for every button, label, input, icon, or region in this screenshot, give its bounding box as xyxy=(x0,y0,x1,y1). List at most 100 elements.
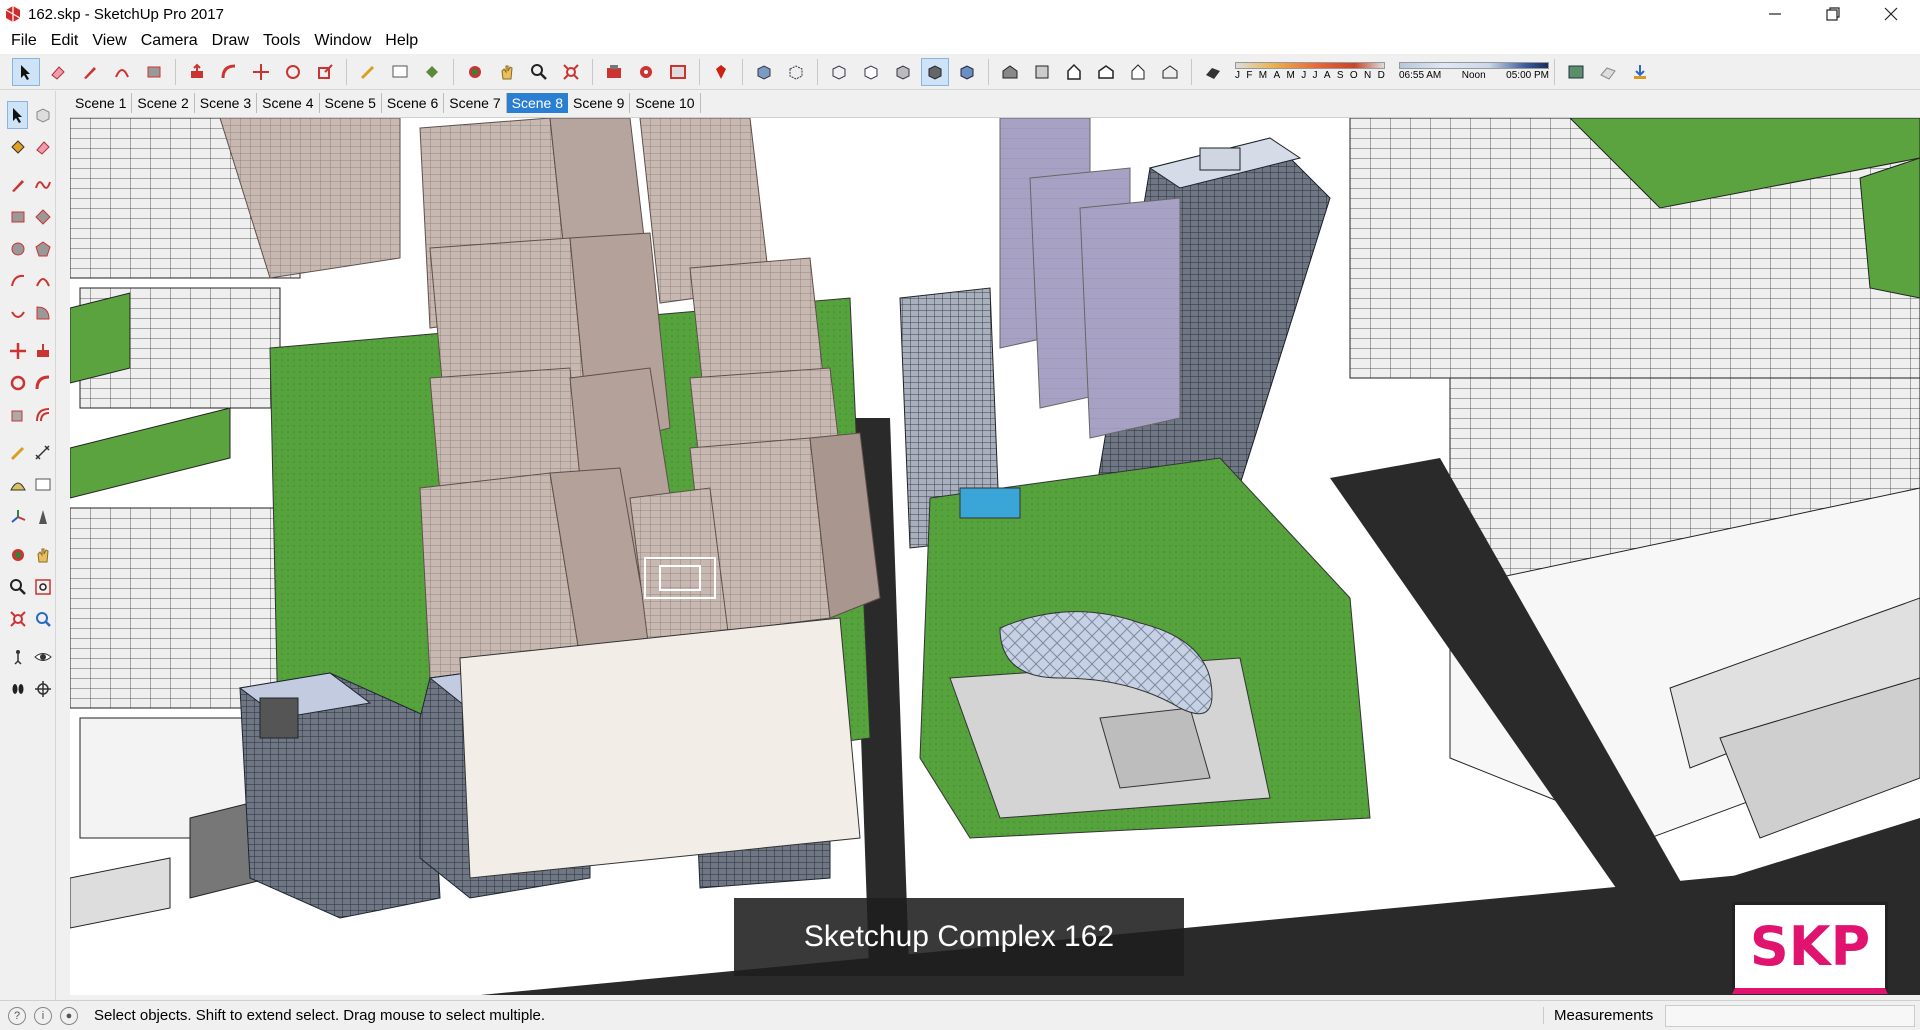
tab-scene-6[interactable]: Scene 6 xyxy=(382,93,445,113)
menu-view[interactable]: View xyxy=(85,28,133,54)
left-freehand-tool[interactable] xyxy=(32,171,53,199)
wireframe-style-button[interactable] xyxy=(825,58,853,86)
close-button[interactable] xyxy=(1862,0,1920,28)
left-zoom-tool[interactable] xyxy=(7,573,28,601)
left-text-tool[interactable] xyxy=(32,471,53,499)
shadow-month-bar[interactable] xyxy=(1235,62,1385,69)
3d-warehouse-button[interactable] xyxy=(600,58,628,86)
left-walk-tool[interactable] xyxy=(7,675,28,703)
left-dimension-tool[interactable] xyxy=(32,439,53,467)
top-view-button[interactable] xyxy=(1028,58,1056,86)
model-viewport[interactable]: Sketchup Complex 162 SKP xyxy=(70,117,1920,995)
left-scale-tool[interactable] xyxy=(7,401,28,429)
add-location-button[interactable] xyxy=(1626,58,1654,86)
shadow-time-bar[interactable] xyxy=(1399,62,1549,69)
menu-tools[interactable]: Tools xyxy=(256,28,307,54)
left-two-point-arc-tool[interactable] xyxy=(32,267,53,295)
user-account-icon[interactable]: ● xyxy=(60,1006,78,1025)
tab-scene-5[interactable]: Scene 5 xyxy=(320,93,382,113)
back-edges-style-button[interactable] xyxy=(782,58,810,86)
left-line-tool[interactable] xyxy=(7,171,28,199)
left-make-component-tool[interactable] xyxy=(32,101,53,129)
rectangle-tool-button[interactable] xyxy=(140,58,168,86)
front-view-button[interactable] xyxy=(1060,58,1088,86)
right-view-button[interactable] xyxy=(1092,58,1120,86)
shaded-textures-style-button[interactable] xyxy=(921,57,949,86)
left-orbit-tool[interactable] xyxy=(7,541,28,569)
left-select-tool[interactable] xyxy=(7,101,29,129)
left-zoom-window-tool[interactable] xyxy=(32,573,53,601)
left-move-tool[interactable] xyxy=(7,337,28,365)
zoom-tool-button[interactable] xyxy=(525,58,553,86)
text-tool-button[interactable] xyxy=(386,58,414,86)
tape-measure-tool-button[interactable] xyxy=(354,58,382,86)
left-3d-text-tool[interactable] xyxy=(32,503,53,531)
sandbox-button[interactable] xyxy=(1594,58,1622,86)
extension-warehouse-button[interactable] xyxy=(632,58,660,86)
ruby-console-button[interactable] xyxy=(707,58,735,86)
move-tool-button[interactable] xyxy=(247,58,275,86)
geo-location-button[interactable] xyxy=(1562,58,1590,86)
left-eraser-tool[interactable] xyxy=(32,133,53,161)
monochrome-style-button[interactable] xyxy=(953,58,981,86)
menu-file[interactable]: File xyxy=(4,28,44,54)
city-model-render[interactable] xyxy=(70,118,1920,995)
measurements-input[interactable] xyxy=(1665,1005,1915,1027)
left-circle-tool[interactable] xyxy=(7,235,28,263)
left-protractor-tool[interactable] xyxy=(7,471,28,499)
back-view-button[interactable] xyxy=(1124,58,1152,86)
menu-edit[interactable]: Edit xyxy=(44,28,86,54)
shaded-style-button[interactable] xyxy=(889,58,917,86)
pan-tool-button[interactable] xyxy=(493,58,521,86)
scale-tool-button[interactable] xyxy=(311,58,339,86)
left-tape-measure-tool[interactable] xyxy=(7,439,28,467)
left-paint-bucket-tool[interactable] xyxy=(7,133,28,161)
left-pie-tool[interactable] xyxy=(32,299,53,327)
left-position-camera-tool[interactable] xyxy=(7,643,28,671)
hidden-line-style-button[interactable] xyxy=(857,58,885,86)
follow-me-tool-button[interactable] xyxy=(215,58,243,86)
tab-scene-7[interactable]: Scene 7 xyxy=(444,93,507,113)
left-pan-tool[interactable] xyxy=(32,541,53,569)
menu-camera[interactable]: Camera xyxy=(134,28,205,54)
maximize-button[interactable] xyxy=(1804,0,1862,28)
left-three-point-arc-tool[interactable] xyxy=(7,299,28,327)
orbit-tool-button[interactable] xyxy=(461,58,489,86)
left-section-plane-tool[interactable] xyxy=(32,675,53,703)
zoom-extents-tool-button[interactable] xyxy=(557,58,585,86)
tab-scene-10[interactable]: Scene 10 xyxy=(630,93,701,113)
left-push-pull-tool[interactable] xyxy=(32,337,53,365)
tab-scene-9[interactable]: Scene 9 xyxy=(568,93,631,113)
left-polygon-tool[interactable] xyxy=(32,235,53,263)
paint-bucket-tool-button[interactable] xyxy=(418,58,446,86)
left-zoom-extents-tool[interactable] xyxy=(7,605,28,633)
line-tool-button[interactable] xyxy=(76,58,104,86)
arc-tool-button[interactable] xyxy=(108,58,136,86)
iso-view-button[interactable] xyxy=(996,58,1024,86)
shadow-month-slider[interactable]: J F M A M J J A S O N D xyxy=(1235,62,1385,81)
tab-scene-3[interactable]: Scene 3 xyxy=(195,93,258,113)
shadows-toggle-button[interactable] xyxy=(1199,58,1227,86)
tab-scene-8[interactable]: Scene 8 xyxy=(506,93,568,113)
left-rotate-tool[interactable] xyxy=(7,369,28,397)
tab-scene-2[interactable]: Scene 2 xyxy=(132,93,195,113)
select-tool-button[interactable] xyxy=(12,57,40,86)
eraser-tool-button[interactable] xyxy=(44,58,72,86)
geo-location-status-icon[interactable]: ? xyxy=(8,1006,26,1025)
left-offset-tool[interactable] xyxy=(32,401,53,429)
left-rectangle-tool[interactable] xyxy=(7,203,28,231)
tab-scene-4[interactable]: Scene 4 xyxy=(257,93,320,113)
minimize-button[interactable] xyxy=(1746,0,1804,28)
layout-send-button[interactable] xyxy=(664,58,692,86)
left-look-around-tool[interactable] xyxy=(32,643,53,671)
menu-help[interactable]: Help xyxy=(378,28,425,54)
left-previous-view-tool[interactable] xyxy=(32,605,53,633)
left-rotated-rectangle-tool[interactable] xyxy=(32,203,53,231)
left-follow-me-tool[interactable] xyxy=(32,369,53,397)
tab-scene-1[interactable]: Scene 1 xyxy=(70,93,133,113)
left-view-button[interactable] xyxy=(1156,58,1184,86)
menu-window[interactable]: Window xyxy=(307,28,378,54)
menu-draw[interactable]: Draw xyxy=(205,28,256,54)
xray-style-button[interactable] xyxy=(750,58,778,86)
left-axes-tool[interactable] xyxy=(7,503,28,531)
